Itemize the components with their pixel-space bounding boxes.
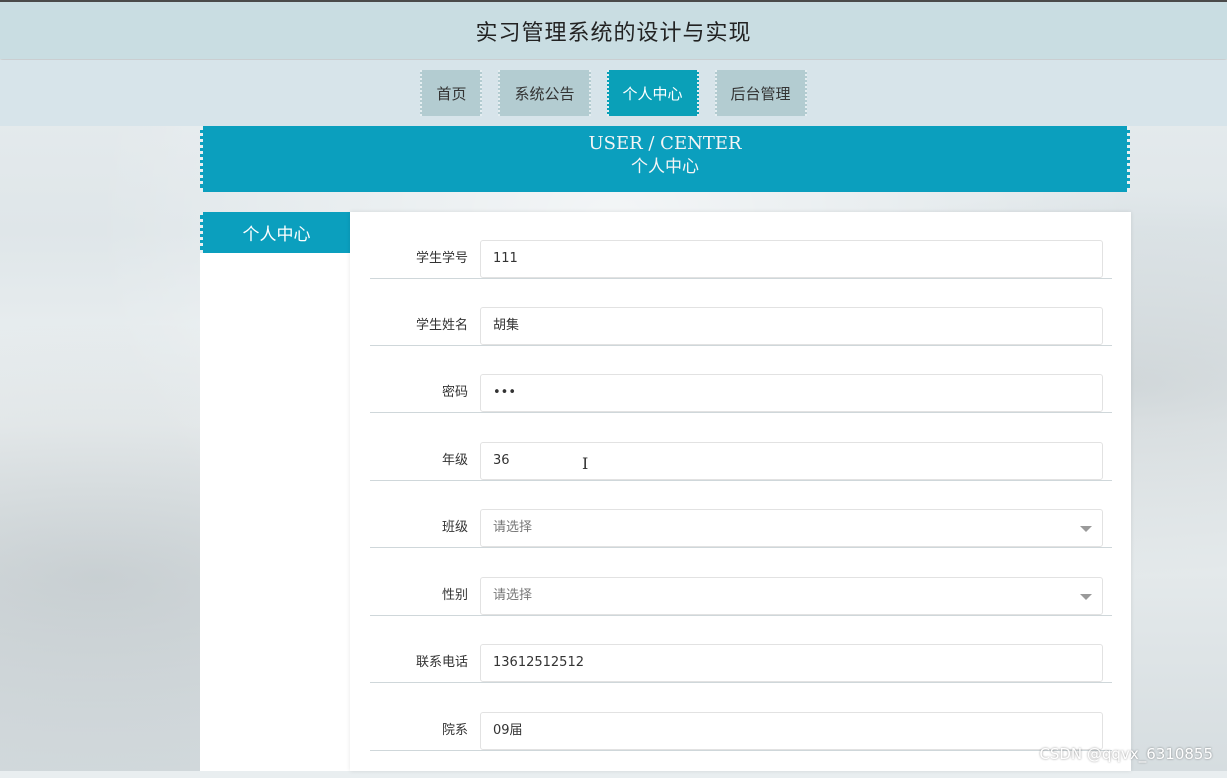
field-label: 班级 xyxy=(441,520,468,535)
field-label: 学生学号 xyxy=(415,251,468,266)
class-select[interactable]: 请选择 xyxy=(480,509,1103,547)
field-label: 性别 xyxy=(441,588,468,603)
chevron-down-icon xyxy=(1080,526,1092,532)
form-row-class: 班级 请选择 xyxy=(370,481,1112,548)
page-title: 实习管理系统的设计与实现 xyxy=(475,20,752,46)
nav-item-announcements[interactable]: 系统公告 xyxy=(498,70,591,116)
nav-item-home[interactable]: 首页 xyxy=(420,70,483,116)
text-cursor-icon: I xyxy=(582,454,589,473)
field-label: 联系电话 xyxy=(415,655,468,670)
profile-form: 学生学号 111 学生姓名 胡集 密码 ••• 年级 36 班级 请选择 性别 … xyxy=(350,212,1131,771)
form-row-student-name: 学生姓名 胡集 xyxy=(370,279,1112,346)
gender-select[interactable]: 请选择 xyxy=(480,577,1103,615)
watermark: CSDN @qqvx_6310855 xyxy=(1039,745,1213,763)
form-row-password: 密码 ••• xyxy=(370,346,1112,413)
department-input[interactable]: 09届 xyxy=(480,712,1103,750)
field-label: 密码 xyxy=(441,385,468,400)
gender-select-value: 请选择 xyxy=(493,588,533,603)
phone-input[interactable]: 13612512512 xyxy=(480,644,1103,682)
sidebar-item-user-center[interactable]: 个人中心 xyxy=(200,212,350,253)
form-row-gender: 性别 请选择 xyxy=(370,549,1112,616)
title-bar: 实习管理系统的设计与实现 xyxy=(0,0,1227,59)
form-row-phone: 联系电话 13612512512 xyxy=(370,616,1112,683)
banner-title-en: USER / CENTER xyxy=(588,133,742,154)
form-row-department: 院系 09届 xyxy=(370,684,1112,751)
grade-input[interactable]: 36 xyxy=(480,442,1103,480)
password-input[interactable]: ••• xyxy=(480,374,1103,412)
form-row-grade: 年级 36 xyxy=(370,414,1112,481)
chevron-down-icon xyxy=(1080,594,1092,600)
sidebar: 个人中心 xyxy=(200,212,350,771)
class-select-value: 请选择 xyxy=(493,520,533,535)
field-label: 年级 xyxy=(441,453,468,468)
main-nav: 首页 系统公告 个人中心 后台管理 xyxy=(0,60,1227,126)
student-id-input[interactable]: 111 xyxy=(480,240,1103,278)
form-row-student-id: 学生学号 111 xyxy=(370,212,1112,279)
nav-item-user-center[interactable]: 个人中心 xyxy=(606,70,699,116)
nav-item-admin[interactable]: 后台管理 xyxy=(714,70,807,116)
banner-title-cn: 个人中心 xyxy=(631,157,699,177)
student-name-input[interactable]: 胡集 xyxy=(480,307,1103,345)
field-label: 学生姓名 xyxy=(415,318,468,333)
section-banner: USER / CENTER 个人中心 xyxy=(200,126,1130,192)
field-label: 院系 xyxy=(441,723,468,738)
